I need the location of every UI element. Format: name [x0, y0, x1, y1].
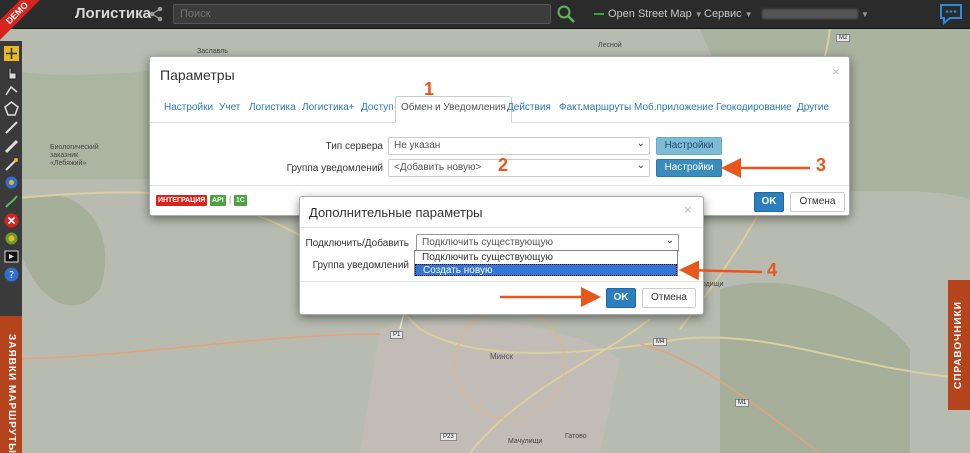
tab-fact-routes[interactable]: Факт.маршруты [559, 102, 631, 113]
tab-other[interactable]: Другие [797, 102, 829, 113]
close-icon[interactable]: × [684, 202, 692, 217]
notify-group-value: <Добавить новую> [394, 162, 482, 173]
polyline-icon[interactable] [4, 83, 19, 98]
chevron-down-icon: ⌄ [665, 235, 674, 246]
map-label-minsk: Минск [490, 352, 514, 361]
service-menu[interactable]: Сервис ▼ [704, 8, 753, 20]
help-icon[interactable]: ? [4, 267, 19, 282]
magic-wand-icon[interactable] [4, 157, 19, 172]
server-type-label: Тип сервера [325, 141, 383, 152]
road-badge: M4 [653, 338, 668, 346]
chevron-down-icon: ⌄ [636, 138, 645, 149]
connect-label: Подключить/Добавить [305, 238, 409, 249]
tab-settings[interactable]: Настройки [164, 102, 213, 113]
road-badge: P23 [440, 433, 457, 441]
params-dialog-title: Параметры [160, 67, 235, 83]
map-label-gatovo: Гатово [565, 433, 587, 440]
layers-icon[interactable] [4, 231, 19, 246]
tab-logistics[interactable]: Логистика [249, 102, 296, 113]
ruler-icon[interactable] [4, 139, 19, 154]
map-source-icon [594, 13, 604, 16]
map-label-reserve: Биологический заказник «Лебяжий» [50, 144, 99, 167]
app-title[interactable]: Логистика [75, 5, 151, 22]
road-badge: M2 [836, 34, 851, 42]
hand-pointer-icon[interactable] [4, 65, 19, 80]
notify-group-select[interactable]: <Добавить новую> ⌄ [388, 159, 650, 177]
group-label: Группа уведомлений [312, 260, 409, 271]
user-label [762, 9, 858, 20]
notify-group-label: Группа уведомлений [286, 163, 383, 174]
share-icon[interactable] [148, 6, 164, 22]
tab-exchange-notifications[interactable]: Обмен и Уведомления [395, 96, 512, 123]
chevron-down-icon: ▼ [861, 10, 869, 19]
polygon-icon[interactable] [4, 101, 19, 116]
extra-cancel-button[interactable]: Отмена [642, 288, 696, 308]
map-source-label: Open Street Map [608, 8, 692, 20]
1c-badge[interactable]: 1C [234, 195, 247, 206]
connect-dropdown-list: Подключить существующую Создать новую [414, 250, 678, 276]
close-icon[interactable]: × [832, 64, 840, 79]
road-badge: P1 [390, 331, 404, 339]
tab-geocoding[interactable]: Геокодирование [716, 102, 792, 113]
badge-separator: | [229, 194, 232, 204]
params-tabs: Настройки Учет Логистика Логистика+ Дост… [150, 96, 850, 123]
line-icon[interactable] [4, 120, 19, 135]
gear-icon[interactable] [4, 175, 19, 190]
map-label-machulishchi: Мачулищи [508, 438, 543, 445]
tab-logistics-plus[interactable]: Логистика+ [302, 102, 355, 113]
divider [300, 281, 703, 282]
server-settings-button[interactable]: Настройки [656, 137, 722, 155]
service-menu-label: Сервис [704, 8, 742, 20]
extra-dialog-title: Дополнительные параметры [309, 205, 483, 220]
integration-badge[interactable]: ИНТЕГРАЦИЯ [156, 195, 208, 206]
route-icon[interactable] [4, 194, 19, 209]
left-toolbar: ? ЗАЯВКИ МАРШРУТЫ [0, 41, 22, 453]
api-badge[interactable]: API [210, 195, 226, 206]
tab-access[interactable]: Доступ [361, 102, 394, 113]
road-badge: M1 [735, 399, 750, 407]
notify-settings-button[interactable]: Настройки [656, 159, 722, 177]
divider [150, 185, 849, 186]
chevron-down-icon: ▼ [744, 10, 753, 19]
params-cancel-button[interactable]: Отмена [790, 192, 845, 212]
map-label-zaslavl: Заславль [197, 48, 228, 55]
step-number: 4 [767, 260, 778, 280]
chevron-down-icon: ▼ [694, 10, 703, 19]
option-connect-existing[interactable]: Подключить существующую [415, 252, 677, 264]
chat-icon[interactable] [938, 2, 964, 26]
map-source-menu[interactable]: Open Street Map ▼ [594, 8, 703, 20]
top-bar: DEMO Логистика Open Street Map▼ Сервис▼ … [0, 0, 970, 40]
user-menu[interactable]: ▼ [762, 8, 869, 20]
step-number: 1 [424, 79, 435, 99]
search-input[interactable] [173, 4, 551, 24]
tab-mobile-app[interactable]: Моб.приложение [634, 102, 713, 113]
step-number: 2 [498, 155, 509, 175]
connect-value: Подключить существующую [422, 237, 554, 248]
tab-accounting[interactable]: Учет [219, 102, 240, 113]
chevron-down-icon: ⌄ [636, 160, 645, 171]
params-dialog: Параметры × Настройки Учет Логистика Лог… [149, 56, 850, 216]
params-ok-button[interactable]: OK [754, 192, 784, 212]
svg-text:?: ? [9, 270, 14, 281]
option-create-new[interactable]: Создать новую [415, 264, 677, 276]
extra-ok-button[interactable]: OK [606, 288, 636, 308]
divider [300, 227, 703, 228]
orders-routes-tab[interactable]: ЗАЯВКИ МАРШРУТЫ [0, 316, 22, 453]
delete-icon[interactable] [4, 213, 19, 228]
server-type-select[interactable]: Не указан ⌄ [388, 137, 650, 155]
search-icon[interactable] [556, 4, 576, 24]
directories-tab[interactable]: СПРАВОЧНИКИ [948, 280, 970, 410]
move-icon[interactable] [4, 46, 19, 61]
map-label-lesnoy: Лесной [598, 42, 622, 49]
tab-actions[interactable]: Действия [507, 102, 551, 113]
server-type-value: Не указан [394, 140, 441, 151]
screen-icon[interactable] [4, 249, 19, 264]
step-number: 3 [816, 155, 827, 175]
